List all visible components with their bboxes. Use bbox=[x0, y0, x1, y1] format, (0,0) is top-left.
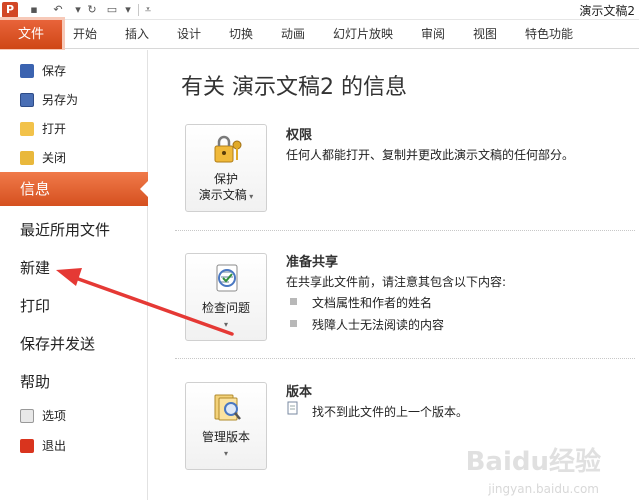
save-icon bbox=[20, 64, 34, 78]
watermark-url: jingyan.baidu.com bbox=[488, 482, 599, 496]
nav-new[interactable]: 新建 bbox=[20, 258, 50, 278]
document-icon bbox=[287, 401, 298, 415]
nav-help[interactable]: 帮助 bbox=[20, 372, 50, 392]
check-issues-button[interactable]: 检查问题 ▾ bbox=[185, 253, 267, 341]
inspect-document-icon bbox=[216, 264, 238, 292]
watermark-logo: Baidu经验 bbox=[465, 447, 601, 477]
prepare-title: 准备共享 bbox=[286, 255, 339, 270]
quick-save-icon[interactable]: ▪ bbox=[26, 3, 42, 17]
quick-access-icon[interactable]: ▭ bbox=[104, 3, 120, 17]
tab-file[interactable]: 文件 bbox=[0, 20, 62, 49]
versions-text: 找不到此文件的上一个版本。 bbox=[312, 405, 469, 419]
exit-icon bbox=[20, 439, 34, 453]
tab-special-features[interactable]: 特色功能 bbox=[525, 20, 573, 49]
nav-info-selected[interactable]: 信息 bbox=[0, 172, 149, 206]
save-label: 保存 bbox=[42, 64, 67, 78]
nav-recent[interactable]: 最近所用文件 bbox=[20, 220, 110, 240]
redo-icon[interactable]: ↻ bbox=[84, 3, 100, 17]
tab-insert[interactable]: 插入 bbox=[125, 20, 149, 49]
save-as-label: 另存为 bbox=[42, 93, 79, 107]
customize-toolbar-icon[interactable]: ⩡ bbox=[140, 3, 156, 17]
nav-print[interactable]: 打印 bbox=[20, 296, 50, 316]
manage-versions-icon bbox=[214, 394, 241, 421]
protect-label-2: 演示文稿 ▾ bbox=[198, 188, 254, 202]
options-icon bbox=[20, 409, 34, 423]
window-title: 演示文稿2 bbox=[579, 4, 635, 18]
manage-versions-dropdown-icon: ▾ bbox=[223, 449, 228, 458]
section-divider bbox=[175, 358, 635, 359]
title-bar: P ▪ ↶ ▾ ↻ ▭ ▾ ⩡ 演示文稿2 bbox=[0, 0, 639, 20]
prepare-bullet-2: 残障人士无法阅读的内容 bbox=[312, 318, 445, 332]
quick-access-dropdown-icon[interactable]: ▾ bbox=[120, 3, 136, 17]
tab-animations[interactable]: 动画 bbox=[281, 20, 305, 49]
permissions-text: 任何人都能打开、复制并更改此演示文稿的任何部分。 bbox=[286, 148, 575, 162]
lock-key-icon bbox=[214, 135, 242, 163]
ribbon-tabs: 文件 开始 插入 设计 切换 动画 幻灯片放映 审阅 视图 特色功能 bbox=[0, 20, 639, 49]
open-label: 打开 bbox=[42, 122, 67, 136]
check-issues-label: 检查问题 bbox=[201, 301, 250, 315]
check-issues-dropdown-icon: ▾ bbox=[223, 320, 228, 329]
nav-save-send[interactable]: 保存并发送 bbox=[20, 334, 95, 354]
close-folder-icon bbox=[20, 151, 34, 165]
bullet-icon bbox=[290, 320, 297, 327]
page-title: 有关 演示文稿2 的信息 bbox=[181, 75, 407, 100]
options-label: 选项 bbox=[42, 409, 67, 423]
protect-label-1: 保护 bbox=[213, 172, 238, 186]
tab-review[interactable]: 审阅 bbox=[421, 20, 445, 49]
permissions-title: 权限 bbox=[286, 128, 313, 143]
nav-info-label: 信息 bbox=[20, 180, 51, 198]
tab-transitions[interactable]: 切换 bbox=[229, 20, 253, 49]
protect-presentation-button[interactable]: 保护 演示文稿 ▾ bbox=[185, 124, 267, 212]
open-folder-icon bbox=[20, 122, 34, 136]
tab-home[interactable]: 开始 bbox=[73, 20, 97, 49]
section-divider bbox=[175, 230, 635, 231]
tab-view[interactable]: 视图 bbox=[473, 20, 497, 49]
tab-design[interactable]: 设计 bbox=[177, 20, 201, 49]
undo-icon[interactable]: ↶ bbox=[50, 3, 66, 17]
prepare-bullet-1: 文档属性和作者的姓名 bbox=[312, 296, 433, 310]
close-label: 关闭 bbox=[42, 151, 67, 165]
prepare-text: 在共享此文件前，请注意其包含以下内容: bbox=[286, 275, 507, 289]
bullet-icon bbox=[290, 298, 297, 305]
versions-title: 版本 bbox=[286, 385, 313, 400]
manage-versions-button[interactable]: 管理版本 ▾ bbox=[185, 382, 267, 470]
exit-label: 退出 bbox=[42, 439, 67, 453]
backstage-nav: 保存 另存为 打开 关闭 信息 最近所用文件 新建 打印 保存并发送 帮助 选项… bbox=[0, 50, 149, 500]
powerpoint-app-icon[interactable]: P bbox=[2, 2, 18, 18]
save-as-icon bbox=[20, 93, 34, 107]
manage-versions-label: 管理版本 bbox=[201, 430, 250, 444]
toolbar-separator bbox=[138, 4, 139, 16]
tab-slideshow[interactable]: 幻灯片放映 bbox=[333, 20, 393, 49]
